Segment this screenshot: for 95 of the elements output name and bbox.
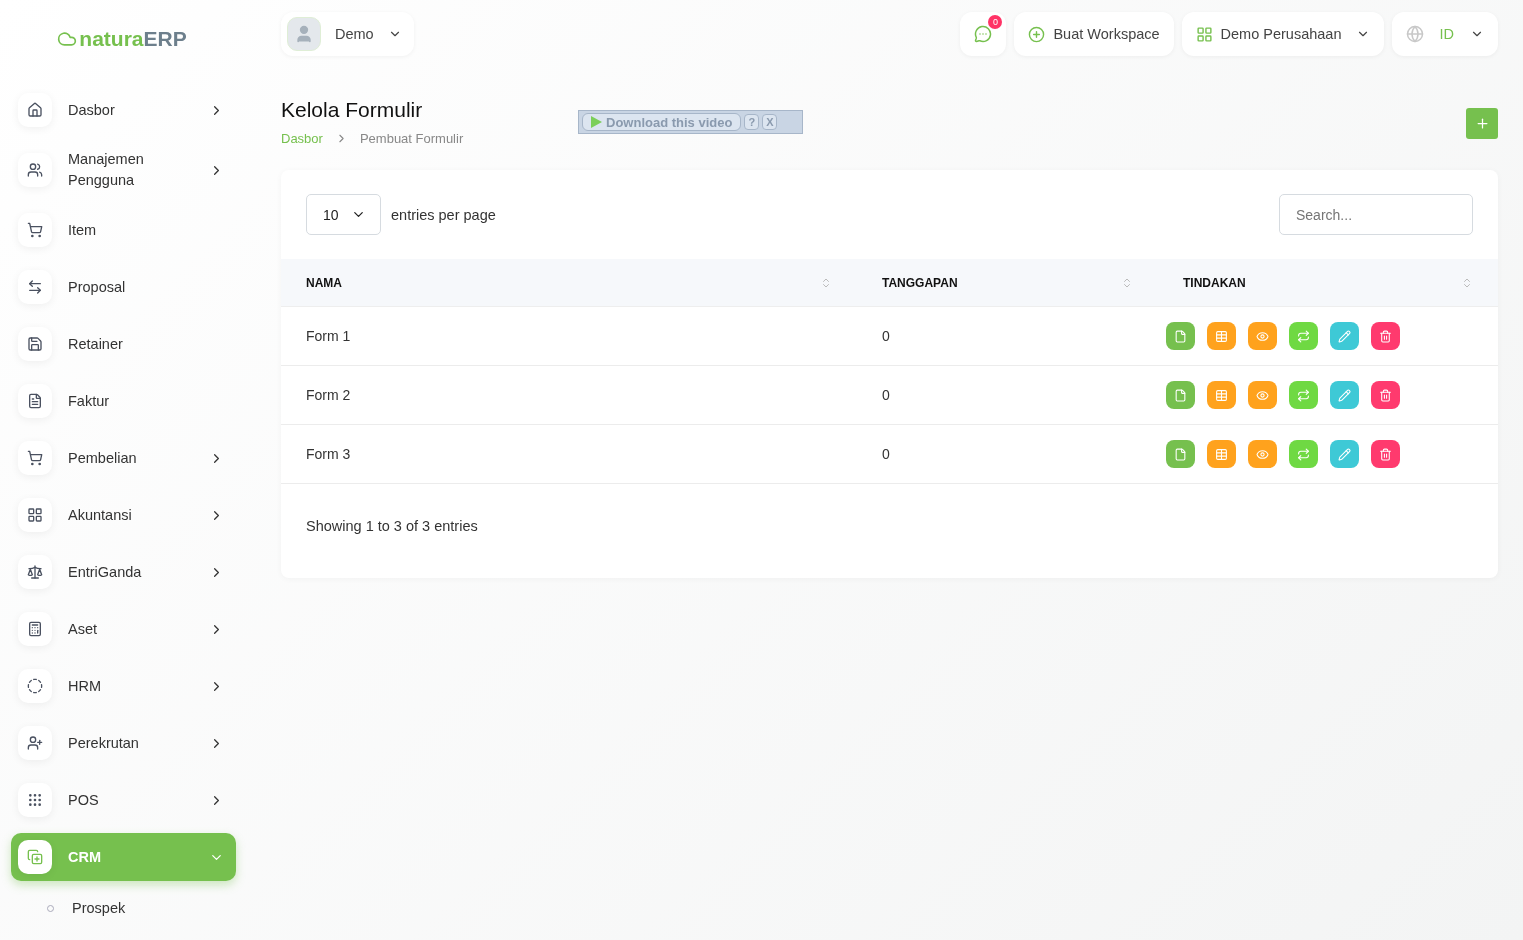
sync-icon [1297,329,1310,343]
column-header[interactable]: TINDAKAN [1158,259,1498,307]
delete-icon [1379,447,1392,461]
notification-badge: 0 [988,15,1003,29]
sidebar-item[interactable]: Perekrutan [11,719,236,767]
users-icon [18,153,52,187]
sync-icon [1297,388,1310,402]
file-button[interactable] [1166,381,1195,409]
table-button[interactable] [1207,322,1236,350]
sidebar-item[interactable]: Retainer [11,320,236,368]
submenu-item[interactable]: Prospek [11,890,236,916]
view-button[interactable] [1248,381,1277,409]
sidebar-item[interactable]: Faktur [11,377,236,425]
table-cell: 0 [857,307,1158,366]
sidebar-item[interactable]: Manajemen Pengguna [11,143,236,197]
arrows-icon [18,270,52,304]
user-plus-icon [18,726,52,760]
page-size-label: entries per page [391,206,496,223]
scale-icon [18,555,52,589]
page-size-select[interactable]: 10 [306,194,381,235]
table-icon [1215,447,1228,461]
logo-text: naturaERP [79,27,187,51]
copy-plus-icon [18,840,52,874]
dots-grid-icon [18,783,52,817]
create-workspace-button[interactable]: Buat Workspace [1014,12,1174,56]
file-icon [1174,388,1187,402]
sidebar-item[interactable]: Akuntansi [11,491,236,539]
table-icon [1215,329,1228,343]
edit-button[interactable] [1330,381,1359,409]
sidebar-item[interactable]: HRM [11,662,236,710]
table-cell: 0 [857,366,1158,425]
table-button[interactable] [1207,440,1236,468]
view-icon [1256,329,1269,343]
search-field[interactable]: Search... [1279,194,1473,235]
view-icon [1256,447,1269,461]
calculator-icon [18,612,52,646]
sidebar-item[interactable]: Dasbor [11,86,236,134]
delete-icon [1379,388,1392,402]
play-icon [589,115,603,129]
file-button[interactable] [1166,322,1195,350]
edit-icon [1338,447,1351,461]
view-button[interactable] [1248,440,1277,468]
view-button[interactable] [1248,322,1277,350]
sort-icon [1121,276,1133,289]
file-icon [1174,329,1187,343]
delete-button[interactable] [1371,381,1400,409]
cart-icon [18,213,52,247]
sidebar-item[interactable]: Aset [11,605,236,653]
edit-icon [1338,329,1351,343]
company-dropdown[interactable]: Demo Perusahaan [1181,12,1384,56]
table-cell: Form 1 [281,307,857,366]
column-header[interactable]: TANGGAPAN [857,259,1158,307]
view-icon [1256,388,1269,402]
plus-icon [1474,116,1490,131]
table-info: Showing 1 to 3 of 3 entries [305,517,479,534]
add-button[interactable] [1466,108,1498,139]
edit-button[interactable] [1330,440,1359,468]
sort-icon [1461,276,1473,289]
table-button[interactable] [1207,381,1236,409]
sidebar-item[interactable]: Proposal [11,263,236,311]
sidebar-item[interactable]: Pembelian [11,434,236,482]
sync-button[interactable] [1289,381,1318,409]
grid-icon [1195,25,1213,43]
delete-icon [1379,329,1392,343]
floppy-icon [18,327,52,361]
delete-button[interactable] [1371,322,1400,350]
sidebar-item[interactable]: EntriGanda [11,548,236,596]
sidebar-item[interactable]: Item [11,206,236,254]
sidebar-item[interactable]: POS [11,776,236,824]
sync-icon [1297,447,1310,461]
table-cell: Form 3 [281,425,857,484]
cloud-icon [57,29,78,49]
user-menu[interactable]: Demo [281,12,414,56]
sort-icon [820,276,832,289]
file-icon [1174,447,1187,461]
plus-circle-icon [1028,25,1046,43]
document-icon [18,384,52,418]
table-cell: 0 [857,425,1158,484]
sync-button[interactable] [1289,440,1318,468]
column-header[interactable]: NAMA [281,259,857,307]
page-title: Kelola Formulir [281,98,424,122]
table-cell: Form 2 [281,366,857,425]
globe-icon [1405,25,1424,43]
delete-button[interactable] [1371,440,1400,468]
messages-button[interactable]: 0 [960,12,1007,56]
chat-icon [974,25,993,43]
edit-button[interactable] [1330,322,1359,350]
file-button[interactable] [1166,440,1195,468]
cart-icon [18,441,52,475]
home-icon [18,93,52,127]
avatar-icon [287,17,321,51]
edit-icon [1338,388,1351,402]
table-icon [1215,388,1228,402]
sync-button[interactable] [1289,322,1318,350]
grid-icon [18,498,52,532]
